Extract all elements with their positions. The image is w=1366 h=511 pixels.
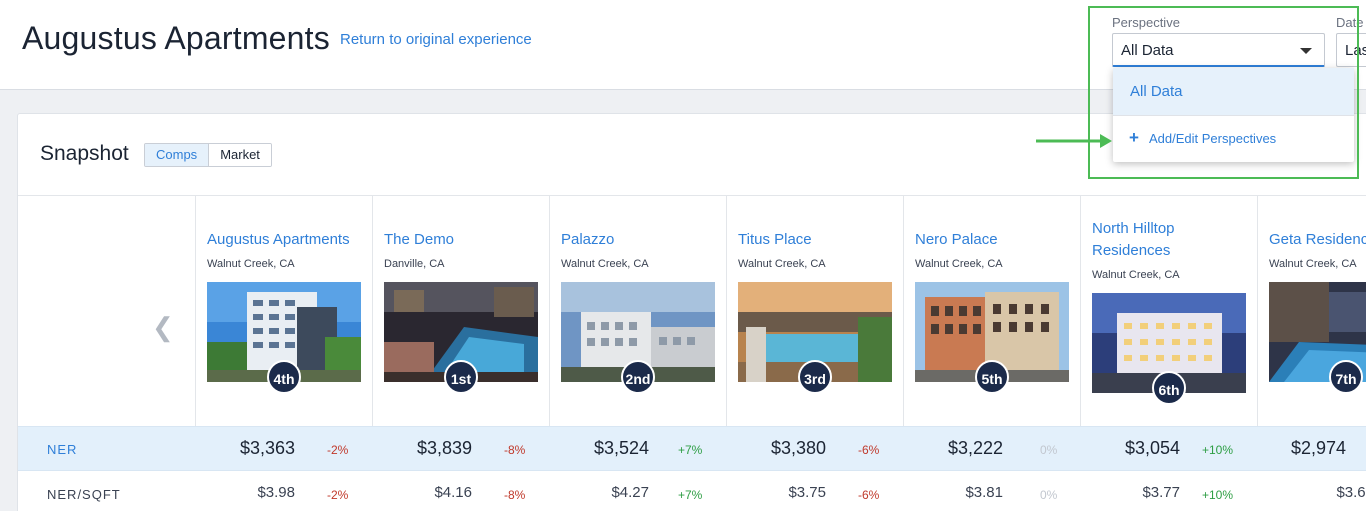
page-title: Augustus Apartments [22, 20, 330, 56]
rank-badge: 6th [1152, 371, 1186, 405]
ner-row: NER $3,363 -2% $3,839 -8% $3,524 +7% $3,… [18, 426, 1366, 471]
ner-value: $3,839 [416, 438, 472, 458]
property-location: Walnut Creek, CA [915, 258, 1003, 270]
rank-badge: 7th [1329, 360, 1363, 394]
ner-change: +10% [1202, 443, 1234, 457]
ner-value: $2,974 [1290, 438, 1346, 458]
ner-sqft-value: $3.81 [965, 484, 1003, 501]
property-name-link[interactable]: Augustus Apartments [207, 229, 367, 251]
ner-change: -6% [858, 443, 880, 457]
ner-row-label: NER [47, 442, 78, 457]
property-location: Walnut Creek, CA [1092, 269, 1180, 281]
return-original-link[interactable]: Return to original experience [340, 31, 532, 48]
property-card: The Demo Danville, CA 1st [373, 196, 550, 426]
chevron-left-icon[interactable]: ❮ [152, 312, 174, 343]
property-location: Walnut Creek, CA [561, 258, 649, 270]
property-card: Augustus Apartments Walnut Creek, CA 4th [196, 196, 373, 426]
property-location: Walnut Creek, CA [1269, 258, 1357, 270]
ner-sqft-change: -6% [858, 488, 880, 502]
rank-badge: 5th [975, 360, 1009, 394]
property-card: Geta Residences Walnut Creek, CA 7th [1258, 196, 1366, 426]
property-name-link[interactable]: Nero Palace [915, 229, 1075, 251]
property-card: Titus Place Walnut Creek, CA 3rd [727, 196, 904, 426]
ner-sqft-value: $3.62 [1336, 484, 1366, 501]
rank-badge: 1st [444, 360, 478, 394]
snapshot-title: Snapshot [40, 142, 129, 165]
ner-sqft-change: -8% [504, 488, 526, 502]
ner-change: -8% [504, 443, 526, 457]
ner-value: $3,363 [239, 438, 295, 458]
property-location: Danville, CA [384, 258, 445, 270]
rank-badge: 3rd [798, 360, 832, 394]
ner-sqft-value: $3.98 [257, 484, 295, 501]
property-name-link[interactable]: The Demo [384, 229, 544, 251]
ner-value: $3,054 [1124, 438, 1180, 458]
ner-sqft-change: -2% [327, 488, 349, 502]
property-location: Walnut Creek, CA [738, 258, 826, 270]
ner-sqft-value: $4.27 [611, 484, 649, 501]
ner-value: $3,524 [593, 438, 649, 458]
property-name-link[interactable]: Geta Residences [1269, 229, 1366, 251]
property-name-link[interactable]: Titus Place [738, 229, 898, 251]
ner-change: -2% [327, 443, 349, 457]
property-card: Palazzo Walnut Creek, CA 2nd [550, 196, 727, 426]
ner-sqft-row: NER/SQFT $3.98 -2% $4.16 -8% $4.27 +7% $… [18, 471, 1366, 511]
ner-sqft-change: +10% [1202, 488, 1234, 502]
comps-market-toggle: Comps Market [144, 143, 272, 167]
property-card: North Hilltop Residences Walnut Creek, C… [1081, 196, 1258, 426]
property-location: Walnut Creek, CA [207, 258, 295, 270]
ner-change: +7% [678, 443, 703, 457]
rank-badge: 2nd [621, 360, 655, 394]
ner-value: $3,380 [770, 438, 826, 458]
property-name-link[interactable]: Palazzo [561, 229, 721, 251]
ner-sqft-change: +7% [678, 488, 703, 502]
ner-sqft-value: $3.77 [1142, 484, 1180, 501]
property-name-link[interactable]: North Hilltop Residences [1092, 218, 1252, 262]
rank-badge: 4th [267, 360, 301, 394]
ner-sqft-row-label: NER/SQFT [47, 487, 121, 502]
highlight-box [1088, 6, 1359, 179]
market-toggle-button[interactable]: Market [209, 144, 271, 166]
arrow-right-icon [1036, 134, 1112, 148]
ner-sqft-value: $4.16 [434, 484, 472, 501]
comps-toggle-button[interactable]: Comps [145, 144, 210, 166]
ner-sqft-value: $3.75 [788, 484, 826, 501]
ner-value: $3,222 [947, 438, 1003, 458]
property-card: Nero Palace Walnut Creek, CA 5th [904, 196, 1081, 426]
